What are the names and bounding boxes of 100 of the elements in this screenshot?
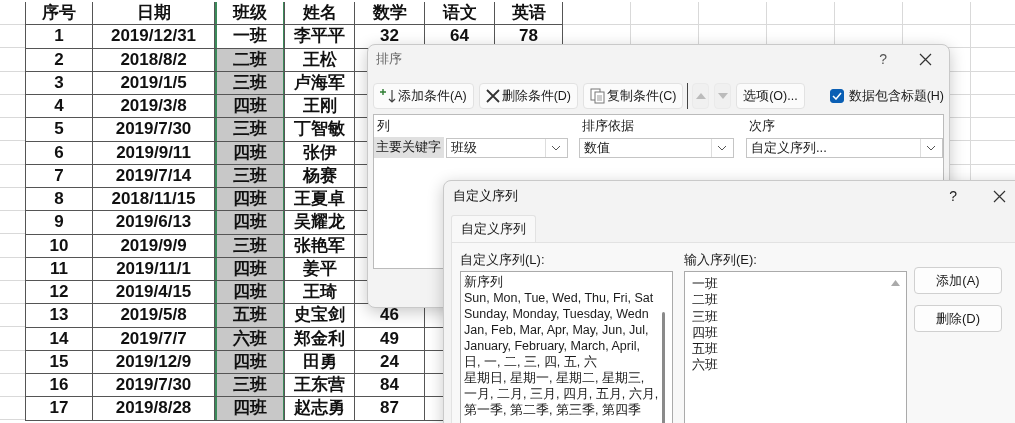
list-entry: 四班	[692, 324, 719, 342]
table-cell: 卢海军	[285, 71, 355, 95]
table-cell: 2019/8/28	[93, 397, 215, 421]
list-item[interactable]: Sun, Mon, Tue, Wed, Thu, Fri, Sat	[464, 290, 656, 306]
table-cell: 16	[25, 374, 93, 398]
triangle-up-icon	[695, 93, 706, 99]
dialog-title: 排序	[376, 50, 402, 68]
table-cell: 2019/7/14	[93, 164, 215, 188]
column-header: 日期	[93, 2, 215, 26]
table-cell: 一班	[215, 25, 285, 49]
table-cell: 2019/3/8	[93, 95, 215, 119]
field-label: 输入序列(E):	[684, 251, 758, 269]
list-entry: 六班	[692, 357, 719, 374]
table-cell: 2019/9/9	[93, 234, 215, 258]
chevron-down-icon	[551, 144, 561, 151]
table-cell: 王夏卓	[285, 188, 355, 212]
table-cell: 李平平	[285, 25, 355, 49]
table-cell: 2019/7/30	[93, 374, 215, 398]
list-item[interactable]: 日, 一, 二, 三, 四, 五, 六	[464, 354, 656, 370]
list-item[interactable]: Sunday, Monday, Tuesday, Wedn	[464, 306, 656, 322]
order-dropdown[interactable]: 自定义序列...	[746, 137, 943, 158]
table-cell: 2019/5/8	[93, 304, 215, 328]
table-cell: 10	[25, 234, 93, 258]
column-dropdown[interactable]: 班级	[446, 137, 568, 158]
checkbox[interactable]	[829, 89, 844, 103]
dialog-button[interactable]: 添加(A)	[914, 267, 1002, 294]
table-cell: 7	[25, 164, 93, 188]
table-cell: 2019/7/7	[93, 327, 215, 351]
table-cell: 2	[25, 48, 93, 72]
dialog-button[interactable]: 删除(D)	[914, 305, 1002, 332]
list-entries-field[interactable]: 一班 二班 三班 四班 五班 六班	[684, 271, 907, 423]
table-cell: 四班	[215, 397, 285, 421]
column-header: 序号	[25, 2, 93, 26]
table-cell: 3	[25, 71, 93, 95]
table-cell: 4	[25, 95, 93, 119]
table-cell: 24	[355, 350, 425, 374]
table-cell: 丁智敏	[285, 118, 355, 142]
table-cell: 2018/8/2	[93, 48, 215, 72]
table-cell: 郑金利	[285, 327, 355, 351]
list-item[interactable]: 星期日, 星期一, 星期二, 星期三,	[464, 370, 656, 386]
table-cell: 三班	[215, 374, 285, 398]
table-cell: 姜平	[285, 257, 355, 281]
table-cell: 杨赛	[285, 164, 355, 188]
table-cell: 四班	[215, 95, 285, 119]
column-header: 英语	[495, 2, 563, 26]
table-cell: 5	[25, 118, 93, 142]
list-entry: 三班	[692, 308, 719, 325]
table-cell: 11	[25, 257, 93, 281]
table-cell: 2019/7/30	[93, 118, 215, 142]
table-cell: 张伊	[285, 141, 355, 165]
list-entry: 五班	[692, 341, 719, 358]
help-button[interactable]: ?	[949, 188, 957, 204]
column-header: 数学	[355, 2, 425, 26]
delete-condition-button[interactable]: 删除条件(D)	[478, 83, 579, 109]
sort-on-dropdown[interactable]: 数值	[579, 137, 734, 158]
table-cell: 8	[25, 188, 93, 212]
sort-plus-icon	[380, 88, 396, 104]
options-button[interactable]: 选项(O)...	[736, 83, 805, 109]
table-cell: 87	[355, 397, 425, 421]
help-button[interactable]: ?	[879, 51, 887, 67]
triangle-down-icon	[717, 93, 728, 99]
table-cell: 王东营	[285, 374, 355, 398]
column-header: 班级	[215, 2, 285, 26]
add-condition-button[interactable]: 添加条件(A)	[373, 83, 474, 109]
table-cell: 四班	[215, 257, 285, 281]
table-cell: 四班	[215, 281, 285, 305]
table-cell: 6	[25, 141, 93, 165]
table-cell: 12	[25, 281, 93, 305]
list-item[interactable]: 一月, 二月, 三月, 四月, 五月, 六月,	[464, 386, 656, 402]
chevron-down-icon	[926, 144, 936, 151]
tab[interactable]: 自定义序列	[451, 215, 536, 242]
list-entry: 二班	[692, 292, 719, 309]
table-cell: 王松	[285, 48, 355, 72]
close-icon	[919, 52, 932, 66]
custom-lists-listbox[interactable]	[460, 271, 673, 423]
table-cell: 张艳军	[285, 234, 355, 258]
table-cell: 2019/4/15	[93, 281, 215, 305]
table-cell: 四班	[215, 211, 285, 235]
table-cell: 四班	[215, 188, 285, 212]
column-header: 列	[377, 118, 390, 133]
field-label: 自定义序列(L):	[460, 251, 546, 269]
table-cell: 9	[25, 211, 93, 235]
table-cell: 2019/9/11	[93, 141, 215, 165]
close-icon	[993, 189, 1006, 203]
table-cell: 赵志勇	[285, 397, 355, 421]
table-cell: 2019/11/1	[93, 257, 215, 281]
column-header: 排序依据	[582, 118, 634, 133]
table-cell: 四班	[215, 141, 285, 165]
table-cell: 17	[25, 397, 93, 421]
table-cell: 2019/12/9	[93, 350, 215, 374]
table-cell: 六班	[215, 327, 285, 351]
table-cell: 四班	[215, 350, 285, 374]
copy-condition-button[interactable]: 复制条件(C)	[583, 83, 684, 109]
list-item[interactable]: Jan, Feb, Mar, Apr, May, Jun, Jul,	[464, 322, 656, 338]
table-cell: 2019/12/31	[93, 25, 215, 49]
scrollbar-thumb[interactable]	[662, 312, 665, 423]
row-label: 主要关键字	[374, 137, 444, 158]
list-item[interactable]: 第一季, 第二季, 第三季, 第四季	[464, 402, 656, 418]
list-item[interactable]: January, February, March, April,	[464, 338, 656, 354]
list-item[interactable]: 新序列	[464, 274, 656, 290]
